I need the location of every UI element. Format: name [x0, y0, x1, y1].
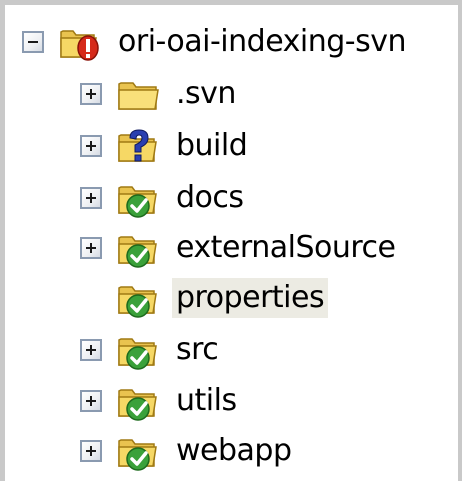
- tree-item-label[interactable]: docs: [172, 178, 248, 218]
- tree-item-label-selected[interactable]: properties: [172, 278, 329, 318]
- folder-ok-icon: [116, 381, 162, 421]
- tree-item-src[interactable]: src: [80, 324, 222, 376]
- expand-icon[interactable]: [80, 187, 102, 209]
- tree-item-webapp[interactable]: webapp: [80, 425, 296, 477]
- expand-icon[interactable]: [80, 135, 102, 157]
- expand-icon[interactable]: [80, 237, 102, 259]
- folder-ok-icon: [116, 228, 162, 268]
- tree-item-svn[interactable]: .svn: [80, 68, 240, 120]
- tree-item-utils[interactable]: utils: [80, 375, 241, 427]
- tree-item-label[interactable]: .svn: [172, 74, 240, 114]
- folder-ok-icon: [116, 278, 162, 318]
- tree-item-label[interactable]: src: [172, 330, 222, 370]
- collapse-icon[interactable]: [22, 31, 44, 53]
- tree-item-label[interactable]: externalSource: [172, 228, 399, 268]
- expand-icon[interactable]: [80, 339, 102, 361]
- expand-icon[interactable]: [80, 440, 102, 462]
- tree-item-build[interactable]: build: [80, 120, 251, 172]
- expand-icon[interactable]: [80, 390, 102, 412]
- expander-placeholder: [80, 287, 102, 309]
- folder-ok-icon: [116, 178, 162, 218]
- folder-ok-icon: [116, 330, 162, 370]
- folder-conflict-icon: [58, 22, 104, 62]
- expand-icon[interactable]: [80, 83, 102, 105]
- tree-root-label[interactable]: ori-oai-indexing-svn: [114, 22, 410, 62]
- folder-icon: [116, 74, 162, 114]
- tree-item-properties[interactable]: properties: [80, 272, 329, 324]
- tree-item-label[interactable]: utils: [172, 381, 241, 421]
- tree-item-externalsource[interactable]: externalSource: [80, 222, 399, 274]
- folder-question-icon: [116, 126, 162, 166]
- tree-item-docs[interactable]: docs: [80, 172, 248, 224]
- tree-item-label[interactable]: webapp: [172, 431, 296, 471]
- folder-tree: ori-oai-indexing-svn .svn build docs ext…: [0, 0, 462, 481]
- tree-root-row[interactable]: ori-oai-indexing-svn: [22, 16, 410, 68]
- tree-item-label[interactable]: build: [172, 126, 251, 166]
- folder-ok-icon: [116, 431, 162, 471]
